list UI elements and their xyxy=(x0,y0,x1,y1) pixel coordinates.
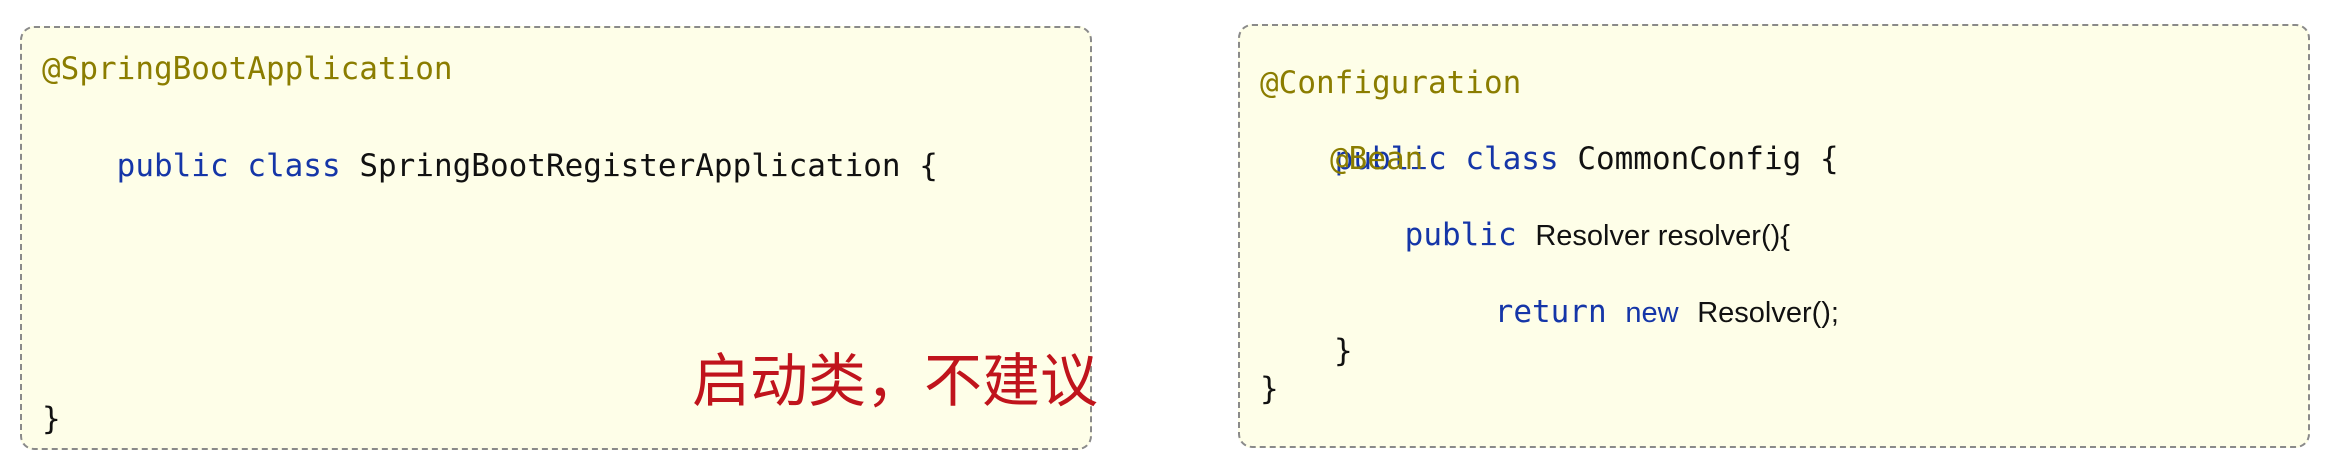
annotation-configuration: @Configuration xyxy=(1260,65,1522,101)
keyword-public: public xyxy=(1404,217,1517,253)
keyword-new: new xyxy=(1625,297,1679,329)
method-close-brace: } xyxy=(1334,333,1353,369)
method-signature: Resolver resolver(){ xyxy=(1535,220,1790,252)
close-brace: } xyxy=(42,401,61,437)
open-brace: { xyxy=(919,148,938,184)
return-statement-line: return new Resolver(); xyxy=(1420,255,1839,370)
code-panel-right: @Configuration public class CommonConfig… xyxy=(1238,24,2310,448)
open-brace: { xyxy=(1819,141,1839,177)
annotation-springbootapplication: @SpringBootApplication xyxy=(42,51,453,87)
return-expression: Resolver(); xyxy=(1697,297,1839,329)
keyword-return: return xyxy=(1494,294,1607,330)
code-panel-left: @SpringBootApplication public class Spri… xyxy=(20,26,1098,450)
class-name: SpringBootRegisterApplication xyxy=(359,148,901,184)
keyword-class: class xyxy=(1465,141,1559,177)
class-declaration-line: public class SpringBootRegisterApplicati… xyxy=(42,109,938,223)
note-text: 启动类，不建议 xyxy=(692,347,1099,415)
keyword-public: public xyxy=(116,148,229,184)
class-close-brace: } xyxy=(1260,371,1279,407)
class-name: CommonConfig xyxy=(1577,141,1802,177)
keyword-class: class xyxy=(247,148,341,184)
annotation-bean: @Bean xyxy=(1330,141,1424,177)
